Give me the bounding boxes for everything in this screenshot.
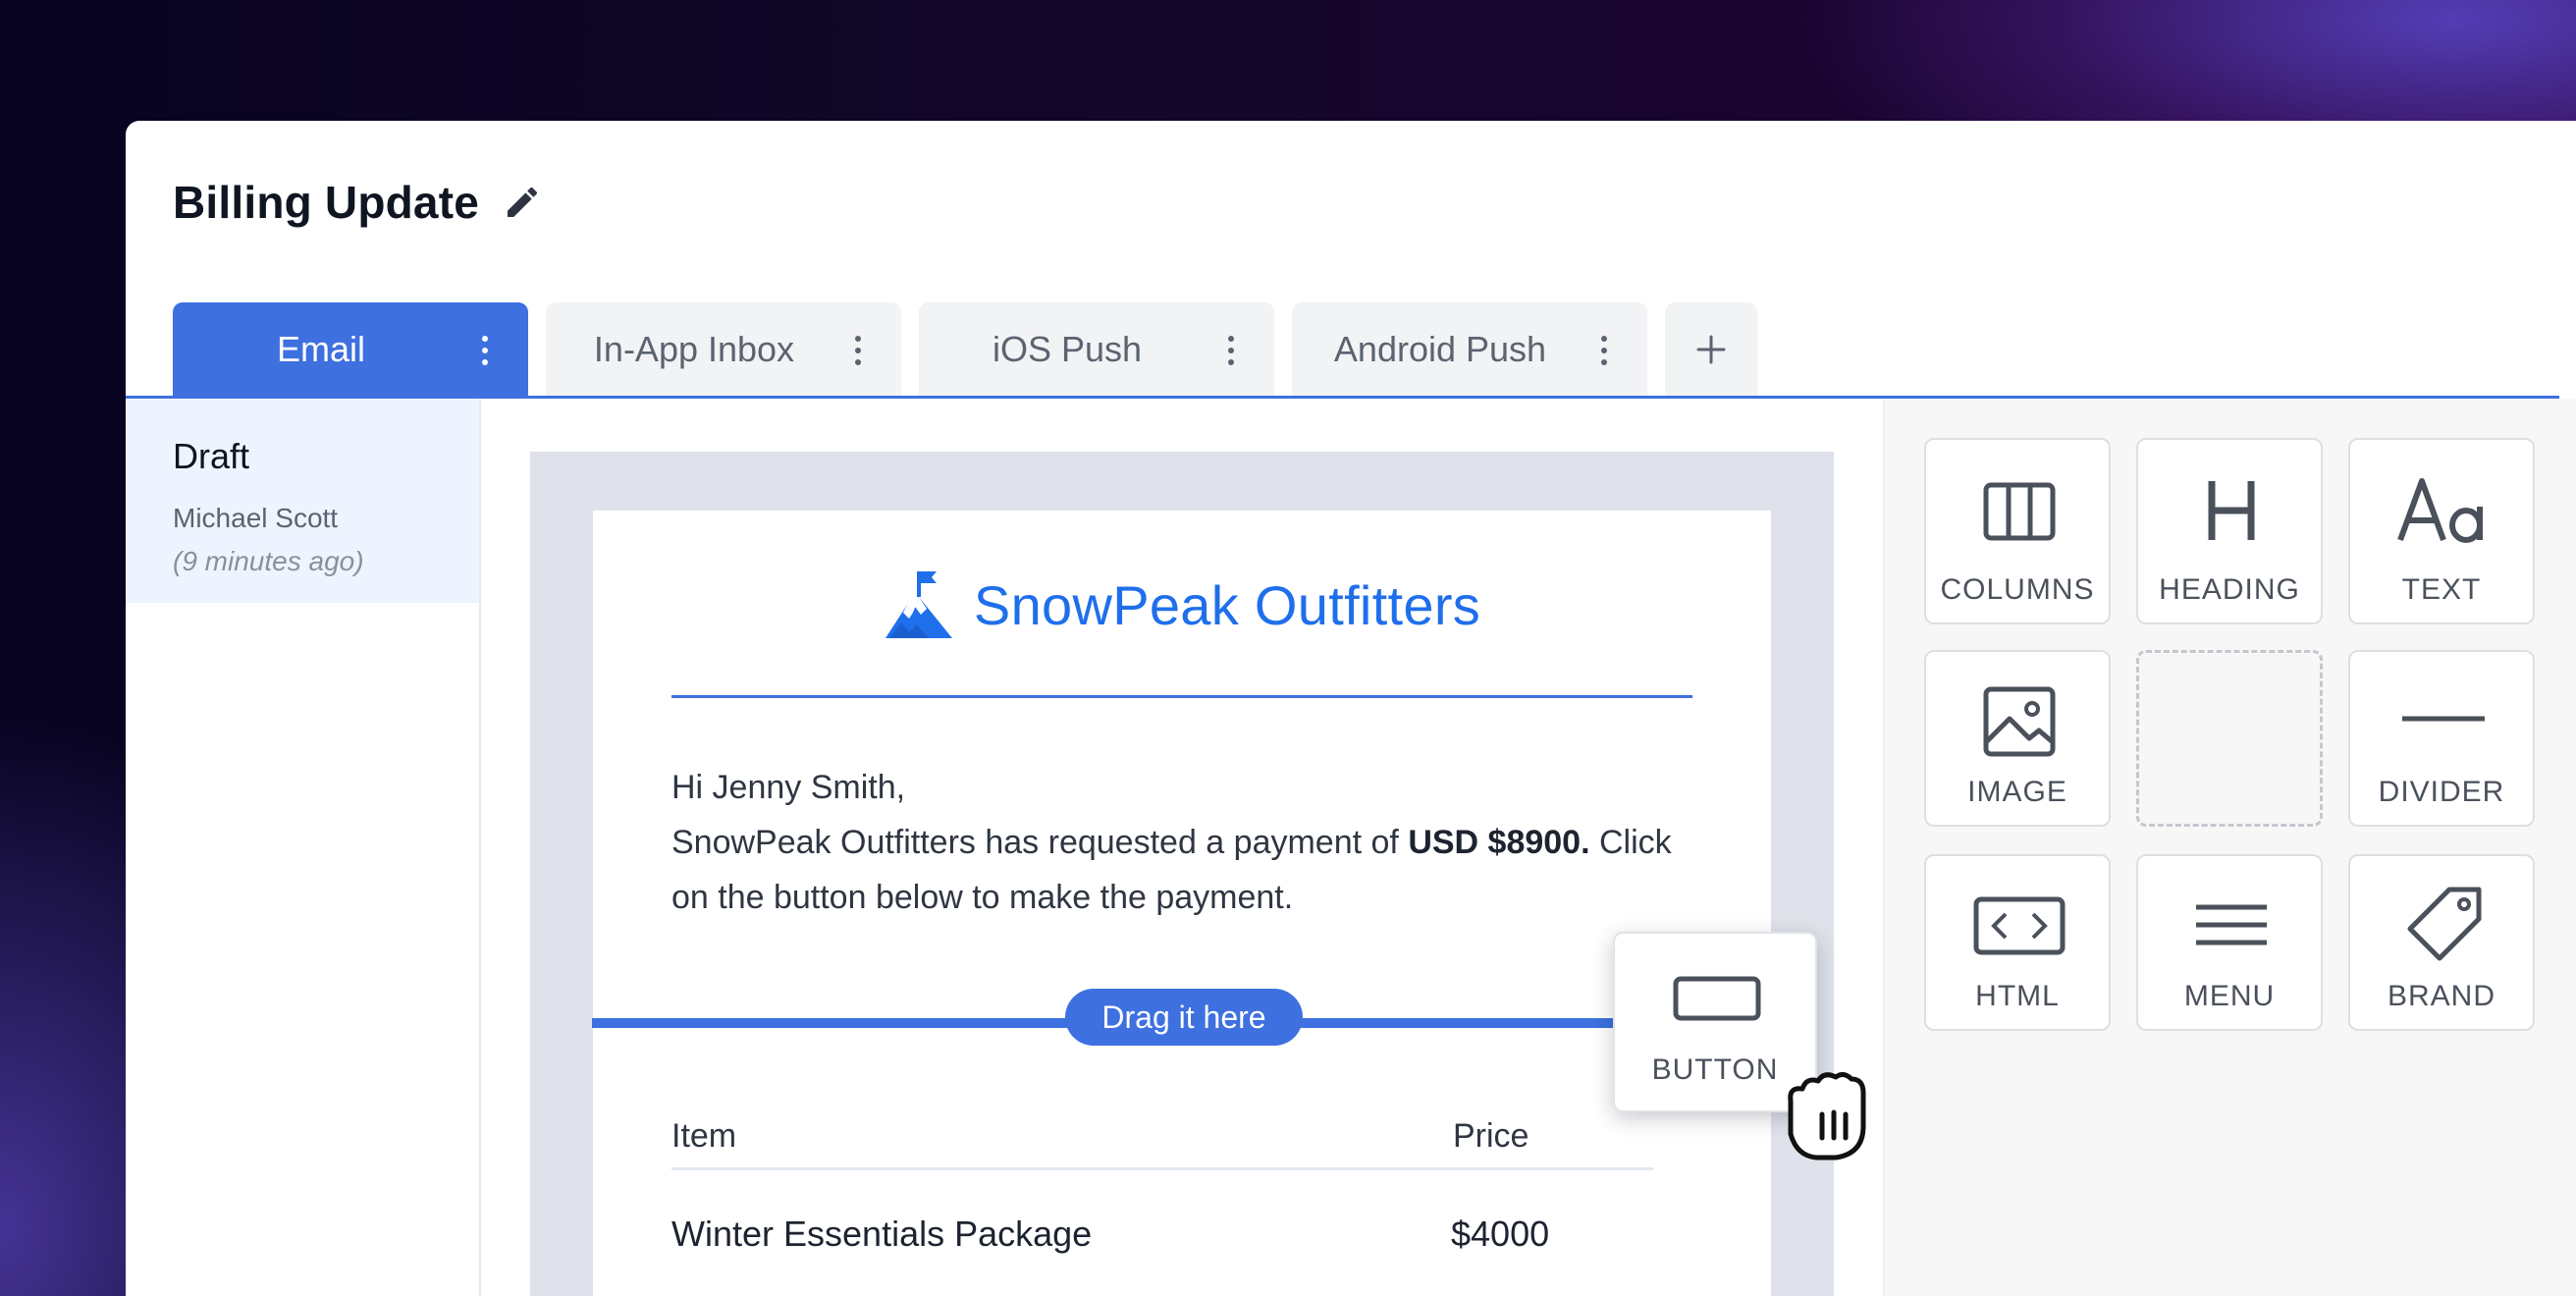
mountain-flag-logo-icon [885, 571, 952, 638]
tab-label: In-App Inbox [593, 329, 795, 369]
block-text[interactable]: TEXT [2348, 438, 2535, 624]
brand-tag-icon [2407, 887, 2482, 961]
brand-name: SnowPeak Outfitters [973, 573, 1481, 636]
body-prefix: SnowPeak Outfitters has requested a paym… [671, 824, 1409, 861]
drop-zone-label[interactable]: Drag it here [1065, 989, 1303, 1046]
payment-amount: USD $8900. [1408, 824, 1590, 861]
blocks-panel: COLUMNS HEADING TEXT IMAGE DIVIDER HTML … [1883, 399, 2576, 1296]
block-label: DIVIDER [2378, 776, 2505, 808]
email-body-text[interactable]: Hi Jenny Smith, SnowPeak Outfitters has … [671, 760, 1692, 925]
brand-header[interactable]: SnowPeak Outfitters [593, 567, 1771, 642]
tab-ios-push[interactable]: iOS Push [919, 302, 1274, 397]
empty-block-slot [2136, 650, 2323, 827]
block-label: MENU [2183, 980, 2276, 1012]
kebab-menu-icon[interactable] [854, 336, 862, 365]
version-sidebar: Draft Michael Scott (9 minutes ago) [126, 399, 481, 1296]
greeting-text: Hi Jenny Smith, [671, 769, 906, 806]
price-table-header: Item Price [671, 1111, 1653, 1170]
tab-in-app-inbox[interactable]: In-App Inbox [546, 302, 901, 397]
draft-timestamp: (9 minutes ago) [173, 546, 364, 576]
block-label: IMAGE [1967, 776, 2067, 808]
block-label: COLUMNS [1940, 573, 2095, 606]
kebab-menu-icon[interactable] [1600, 336, 1608, 365]
add-tab-button[interactable] [1665, 302, 1757, 397]
editor-window: Billing Update Email In-App Inbox iOS Pu… [126, 121, 2576, 1296]
block-label: BRAND [2387, 980, 2496, 1012]
block-divider[interactable]: DIVIDER [2348, 650, 2535, 827]
block-label: HEADING [2159, 573, 2300, 606]
block-label: HTML [1975, 980, 2060, 1012]
kebab-menu-icon[interactable] [481, 336, 489, 365]
email-preview: SnowPeak Outfitters Hi Jenny Smith, Snow… [593, 511, 1771, 1296]
grab-hand-cursor-icon [1788, 1071, 1866, 1161]
tab-android-push[interactable]: Android Push [1292, 302, 1647, 397]
block-columns[interactable]: COLUMNS [1924, 438, 2111, 624]
tab-label: Email [276, 329, 366, 369]
pencil-icon[interactable] [503, 183, 542, 222]
block-label: TEXT [2401, 573, 2482, 606]
text-icon [2397, 478, 2483, 543]
image-icon [1983, 686, 2056, 757]
menu-icon [2196, 904, 2267, 945]
divider-icon [2402, 716, 2485, 722]
draft-item[interactable]: Draft Michael Scott (9 minutes ago) [126, 399, 479, 603]
heading-icon [2208, 481, 2255, 540]
page-title: Billing Update [173, 177, 480, 228]
block-brand[interactable]: BRAND [2348, 854, 2535, 1031]
tab-label: Android Push [1333, 329, 1547, 369]
block-image[interactable]: IMAGE [1924, 650, 2111, 827]
item-name: Winter Essentials Package [671, 1214, 1093, 1254]
payment-paragraph: SnowPeak Outfitters has requested a paym… [671, 815, 1692, 925]
column-header-price: Price [1453, 1117, 1530, 1155]
block-menu[interactable]: MENU [2136, 854, 2323, 1031]
html-icon [1973, 896, 2066, 955]
email-canvas: SnowPeak Outfitters Hi Jenny Smith, Snow… [530, 452, 1834, 1296]
draft-author: Michael Scott [173, 503, 339, 533]
title-row: Billing Update [173, 176, 542, 229]
kebab-menu-icon[interactable] [1227, 336, 1235, 365]
columns-icon [1983, 482, 2056, 541]
block-heading[interactable]: HEADING [2136, 438, 2323, 624]
button-block-icon [1673, 976, 1761, 1021]
tab-email[interactable]: Email [173, 302, 528, 397]
tab-label: iOS Push [992, 329, 1143, 369]
brand-divider [671, 695, 1692, 698]
column-header-item: Item [671, 1117, 737, 1155]
plus-icon [1696, 335, 1726, 364]
draft-title: Draft [173, 436, 250, 476]
block-html[interactable]: HTML [1924, 854, 2111, 1031]
item-price: $4000 [1451, 1214, 1550, 1254]
